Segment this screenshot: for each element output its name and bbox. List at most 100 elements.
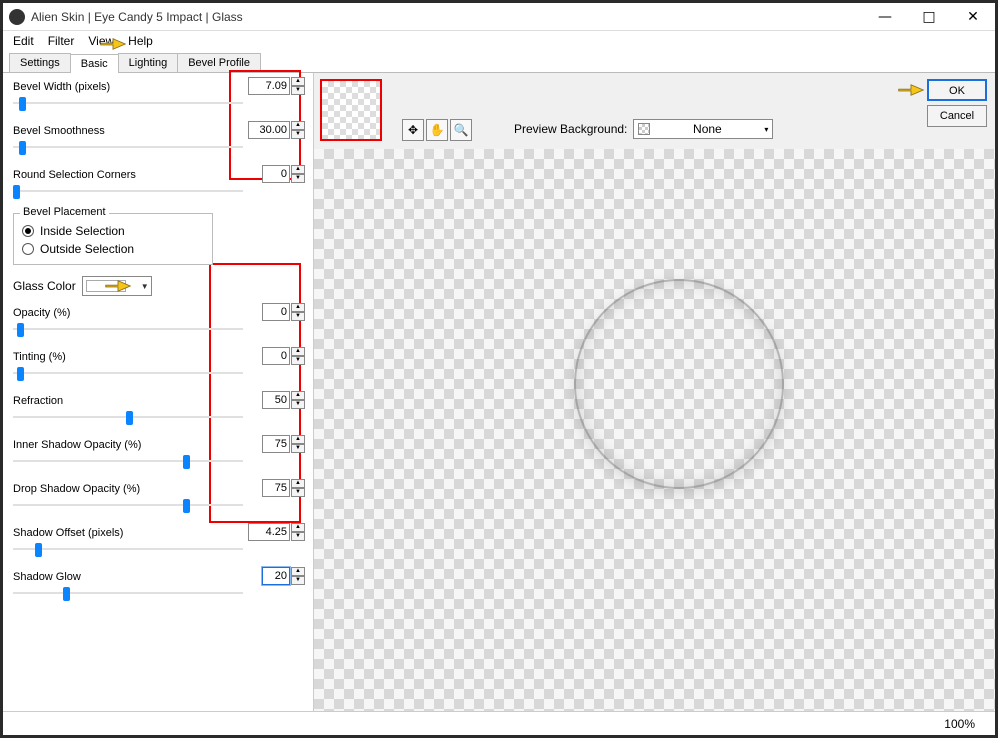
spinner[interactable]: ▲▼ [291, 479, 305, 497]
spinner[interactable]: ▲▼ [291, 347, 305, 365]
slider-track [13, 460, 243, 462]
radio-icon [22, 243, 34, 255]
slider[interactable]: ▲▼ [13, 453, 303, 469]
tab-basic[interactable]: Basic [70, 54, 119, 73]
slider-thumb[interactable] [35, 543, 42, 557]
param-round-corners: Round Selection Corners ▲▼ [13, 169, 303, 199]
label: Shadow Glow [13, 571, 303, 583]
param-opacity: Opacity (%) ▲▼ [13, 307, 303, 337]
value-input[interactable] [248, 523, 290, 541]
window-title: Alien Skin | Eye Candy 5 Impact | Glass [31, 10, 863, 24]
param-shadow-offset: Shadow Offset (pixels) ▲▼ [13, 527, 303, 557]
tab-settings[interactable]: Settings [9, 53, 71, 72]
glass-color-row: Glass Color [13, 275, 303, 297]
menu-view[interactable]: View [88, 34, 114, 48]
glass-color-picker[interactable] [82, 276, 152, 296]
cancel-button[interactable]: Cancel [927, 105, 987, 127]
slider[interactable]: ▲▼ [13, 95, 303, 111]
menu-filter[interactable]: Filter [48, 34, 75, 48]
value-input[interactable] [262, 479, 290, 497]
value-input[interactable] [262, 303, 290, 321]
slider[interactable]: ▲▼ [13, 497, 303, 513]
color-swatch [86, 280, 126, 292]
slider-thumb[interactable] [183, 455, 190, 469]
param-bevel-smoothness: Bevel Smoothness ▲▼ [13, 125, 303, 155]
value-input[interactable] [262, 435, 290, 453]
value-input[interactable] [248, 121, 290, 139]
label: Glass Color [13, 279, 76, 293]
label: Refraction [13, 395, 303, 407]
preview-tools: ✥ ✋ 🔍 [402, 119, 472, 141]
slider-track [13, 372, 243, 374]
param-tinting: Tinting (%) ▲▼ [13, 351, 303, 381]
slider-thumb[interactable] [17, 367, 24, 381]
checker-icon [638, 123, 650, 135]
value-input[interactable] [262, 347, 290, 365]
maximize-button[interactable]: □ [907, 3, 951, 30]
slider[interactable]: ▲▼ [13, 183, 303, 199]
menu-help[interactable]: Help [128, 34, 153, 48]
slider-thumb[interactable] [19, 141, 26, 155]
titlebar: Alien Skin | Eye Candy 5 Impact | Glass … [3, 3, 995, 31]
slider-thumb[interactable] [63, 587, 70, 601]
value-input[interactable] [262, 567, 290, 585]
close-button[interactable]: ✕ [951, 3, 995, 30]
slider-thumb[interactable] [19, 97, 26, 111]
slider[interactable]: ▲▼ [13, 365, 303, 381]
slider-thumb[interactable] [183, 499, 190, 513]
slider-thumb[interactable] [126, 411, 133, 425]
slider[interactable]: ▲▼ [13, 541, 303, 557]
radio-label: Inside Selection [40, 224, 125, 238]
slider[interactable]: ▲▼ [13, 321, 303, 337]
spinner[interactable]: ▲▼ [291, 165, 305, 183]
tab-bevel-profile[interactable]: Bevel Profile [177, 53, 261, 72]
value-input[interactable] [262, 391, 290, 409]
menu-edit[interactable]: Edit [13, 34, 34, 48]
slider-track [13, 328, 243, 330]
ok-button[interactable]: OK [927, 79, 987, 101]
slider-track [13, 102, 243, 104]
preview-canvas[interactable] [314, 149, 995, 711]
preview-thumbnail[interactable] [320, 79, 382, 141]
spinner[interactable]: ▲▼ [291, 121, 305, 139]
spinner[interactable]: ▲▼ [291, 391, 305, 409]
spinner[interactable]: ▲▼ [291, 77, 305, 95]
slider[interactable]: ▲▼ [13, 585, 303, 601]
combo-value: None [693, 122, 722, 136]
slider[interactable]: ▲▼ [13, 139, 303, 155]
slider-thumb[interactable] [13, 185, 20, 199]
slider-thumb[interactable] [17, 323, 24, 337]
chevron-down-icon: ▾ [764, 125, 768, 134]
spinner[interactable]: ▲▼ [291, 303, 305, 321]
tab-lighting[interactable]: Lighting [118, 53, 179, 72]
value-input[interactable] [262, 165, 290, 183]
label: Tinting (%) [13, 351, 303, 363]
slider-track [13, 592, 243, 594]
label: Opacity (%) [13, 307, 303, 319]
move-tool-icon[interactable]: ✥ [402, 119, 424, 141]
window-controls: — □ ✕ [863, 3, 995, 30]
value-input[interactable] [248, 77, 290, 95]
slider-track [13, 146, 243, 148]
bevel-placement-group: Bevel Placement Inside Selection Outside… [13, 213, 213, 265]
content-area: Bevel Width (pixels) ▲▼ Bevel Smoothness… [3, 73, 995, 711]
zoom-tool-icon[interactable]: 🔍 [450, 119, 472, 141]
menubar: Edit Filter View Help [3, 31, 995, 51]
label: Round Selection Corners [13, 169, 303, 181]
hand-tool-icon[interactable]: ✋ [426, 119, 448, 141]
spinner[interactable]: ▲▼ [291, 567, 305, 585]
preview-bg-label: Preview Background: [514, 122, 627, 136]
radio-outside[interactable]: Outside Selection [22, 242, 204, 256]
group-title: Bevel Placement [20, 206, 109, 218]
minimize-button[interactable]: — [863, 3, 907, 30]
preview-bg-row: Preview Background: None ▾ [514, 119, 773, 139]
spinner[interactable]: ▲▼ [291, 435, 305, 453]
radio-inside[interactable]: Inside Selection [22, 224, 204, 238]
param-refraction: Refraction ▲▼ [13, 395, 303, 425]
glass-preview-shape [574, 279, 784, 489]
preview-bg-combo[interactable]: None ▾ [633, 119, 773, 139]
slider[interactable]: ▲▼ [13, 409, 303, 425]
tab-bar: Settings Basic Lighting Bevel Profile [3, 51, 995, 73]
spinner[interactable]: ▲▼ [291, 523, 305, 541]
status-bar: 100% [3, 711, 995, 735]
